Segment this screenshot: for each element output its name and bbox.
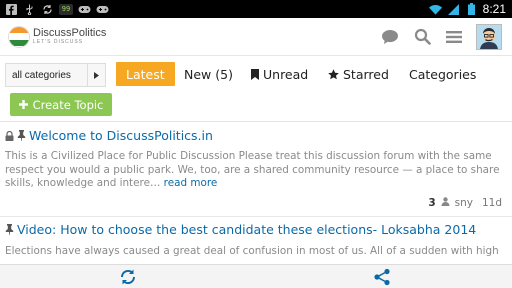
search-icon[interactable] [412,27,432,47]
bottom-toolbar [0,264,512,288]
tab-starred-label: Starred [343,66,389,82]
gamepad-icon [96,4,109,15]
nav-bar: all categories Latest New (5) Unread Sta… [0,62,512,87]
topic-title[interactable]: Video: How to choose the best candidate … [17,222,476,237]
hamburger-menu-icon[interactable] [444,27,464,47]
chat-bubble-icon[interactable] [380,27,400,47]
topic-excerpt: Elections have always caused a great dea… [5,245,505,264]
topic-title[interactable]: Welcome to DiscussPolitics.in [29,128,213,143]
facebook-icon [5,3,18,15]
topic-meta: 3 sny 11d [428,197,502,209]
tab-categories-label: Categories [409,66,477,82]
refresh-icon[interactable] [118,268,138,286]
tab-latest[interactable]: Latest [116,62,175,86]
category-select[interactable]: all categories [5,63,106,87]
read-more-link[interactable]: read more [164,177,218,189]
divider [0,121,512,122]
site-logo[interactable]: DiscussPolitics LET'S DISCUSS [8,25,107,48]
logo-flag-icon [8,25,30,48]
pin-icon [5,220,14,239]
pin-icon [17,126,26,145]
topic-row[interactable]: Video: How to choose the best candidate … [5,220,476,239]
star-icon [328,68,339,80]
topic-excerpt-text: This is a Civilized Place for Public Dis… [5,150,500,189]
topic-row[interactable]: Welcome to DiscussPolitics.in [5,126,213,145]
bookmark-icon [251,68,259,80]
tab-starred[interactable]: Starred [328,62,389,86]
plus-icon [18,98,28,112]
signal-icon [447,3,460,15]
logo-tagline: LET'S DISCUSS [33,39,84,45]
status-bar: 99 8:21 [0,0,512,18]
tab-unread-label: Unread [263,66,309,82]
topic-excerpt: This is a Civilized Place for Public Dis… [5,150,505,191]
status-time: 8:21 [482,2,506,16]
create-topic-label: Create Topic [32,97,104,112]
post-count: 3 [428,197,436,209]
chevron-right-icon [87,64,105,86]
category-select-label: all categories [12,69,71,81]
tab-categories[interactable]: Categories [409,62,476,86]
tab-new-label: New (5) [184,66,233,82]
last-poster[interactable]: sny [455,197,473,209]
topic-age: 11d [481,197,502,209]
wifi-icon [428,4,442,15]
topic-excerpt-text: Elections have always caused a great dea… [5,245,499,257]
tab-latest-label: Latest [126,66,165,82]
tab-new[interactable]: New (5) [184,62,233,86]
logo-name: DiscussPolitics [33,27,107,39]
tab-unread[interactable]: Unread [251,62,308,86]
create-topic-button[interactable]: Create Topic [10,93,112,116]
share-icon[interactable] [372,268,392,286]
users-icon [441,197,450,209]
battery-icon [465,3,478,15]
usb-icon [23,4,36,15]
avatar[interactable] [476,23,502,50]
lock-icon [5,126,14,145]
topic-divider [0,216,512,217]
gamepad-icon [78,4,91,15]
sync-icon [41,4,54,15]
app-header: DiscussPolitics LET'S DISCUSS [0,18,512,56]
notification-count-badge: 99 [59,3,73,15]
